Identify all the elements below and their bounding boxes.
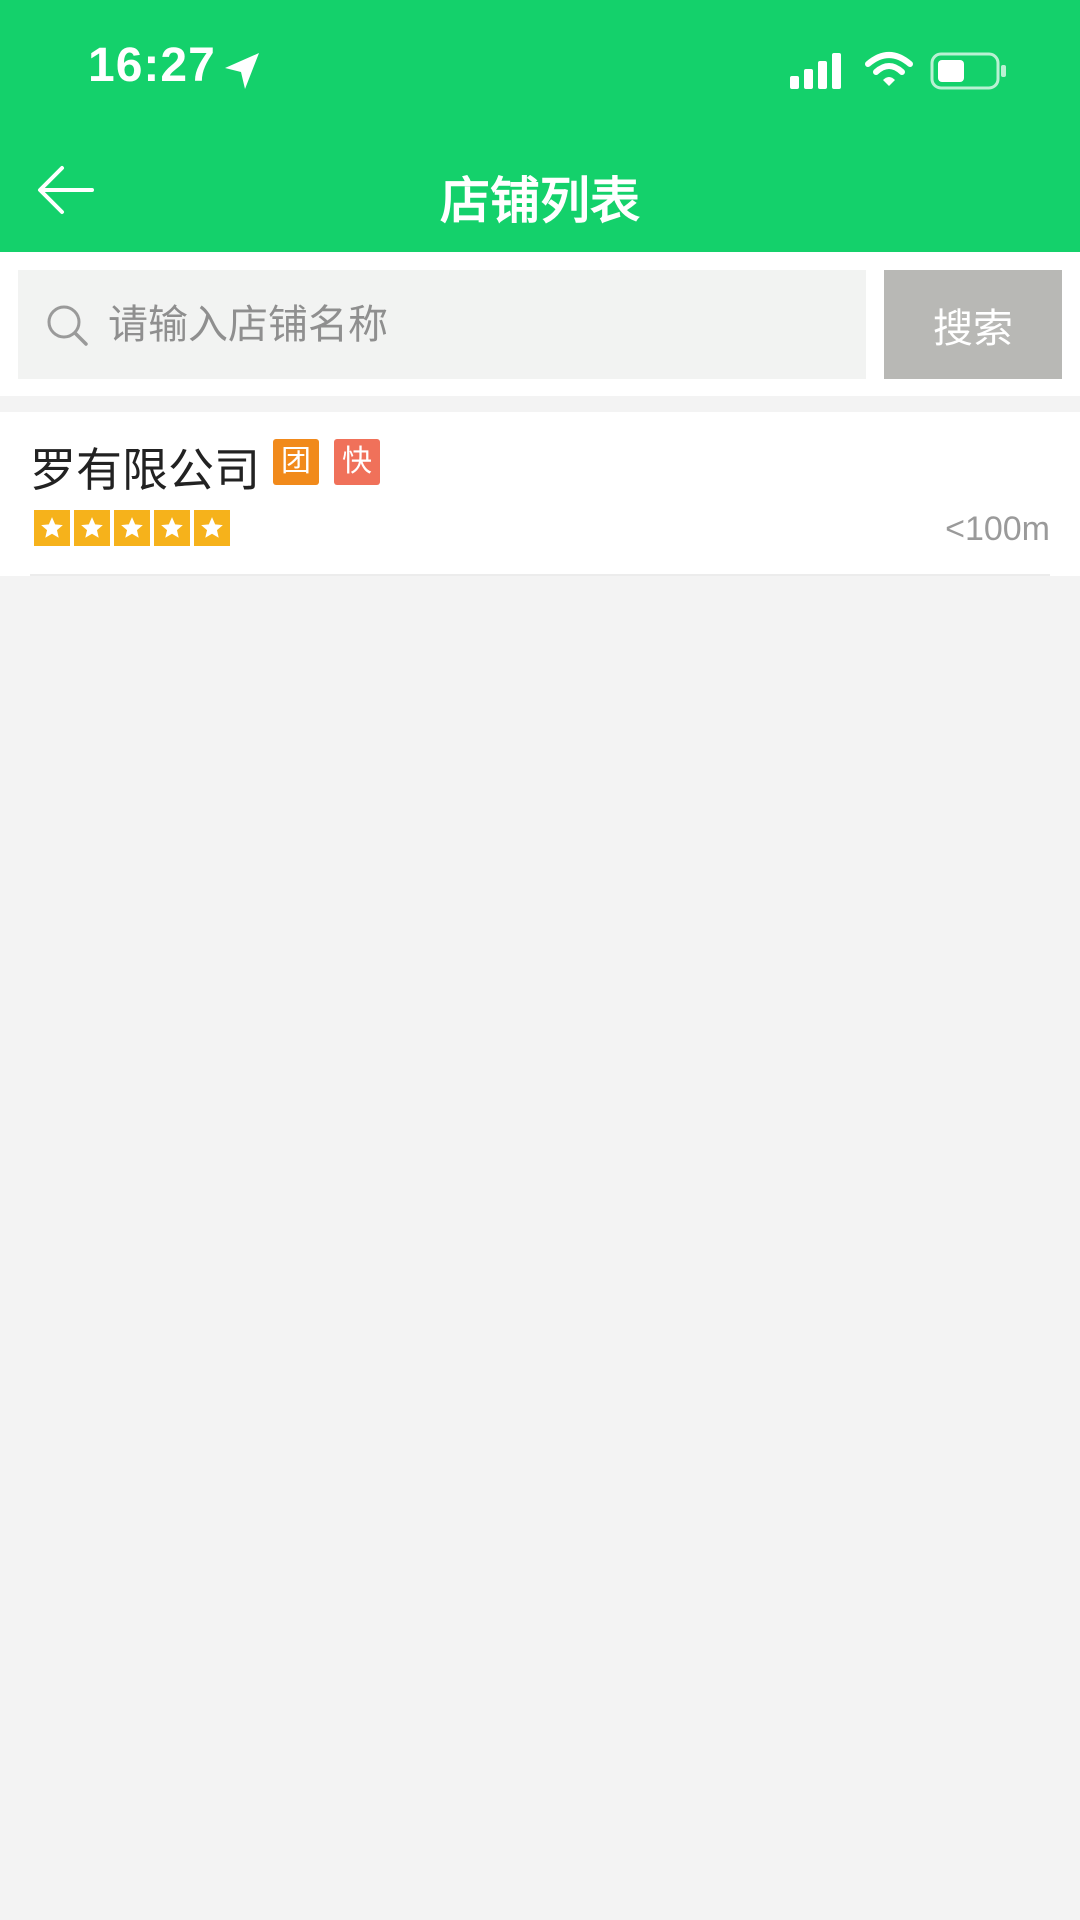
star-icon	[34, 510, 70, 546]
star-icon	[194, 510, 230, 546]
status-time: 16:27	[88, 39, 216, 92]
header: 16:27 店铺列表	[0, 0, 1080, 252]
tag-fast-delivery: 快	[334, 439, 380, 485]
star-icon	[154, 510, 190, 546]
search-icon	[47, 305, 88, 346]
star-icon	[74, 510, 110, 546]
search-section: 搜索	[0, 252, 1080, 396]
signal-icon	[790, 53, 841, 89]
location-arrow-icon	[225, 53, 259, 89]
store-name: 罗有限公司	[30, 443, 260, 497]
star-rating	[34, 510, 230, 546]
store-list: 罗有限公司 团 快 <100m	[0, 412, 1080, 576]
search-button[interactable]: 搜索	[884, 270, 1062, 379]
star-icon	[114, 510, 150, 546]
search-input[interactable]	[108, 270, 848, 379]
page-title: 店铺列表	[440, 172, 640, 230]
wifi-icon	[865, 52, 913, 86]
search-box[interactable]	[18, 270, 866, 379]
nav-bar: 店铺列表	[0, 135, 1080, 252]
battery-icon	[930, 52, 1006, 90]
divider	[30, 574, 1050, 576]
tag-group-buy: 团	[273, 439, 319, 485]
store-list-item[interactable]: 罗有限公司 团 快 <100m	[0, 412, 1080, 576]
app-screen: 16:27 店铺列表 请输入店铺名称 搜索 罗有限公司 团 快 <100m	[0, 0, 1080, 1920]
status-bar: 16:27	[0, 0, 1080, 135]
store-distance: <100m	[945, 510, 1050, 548]
